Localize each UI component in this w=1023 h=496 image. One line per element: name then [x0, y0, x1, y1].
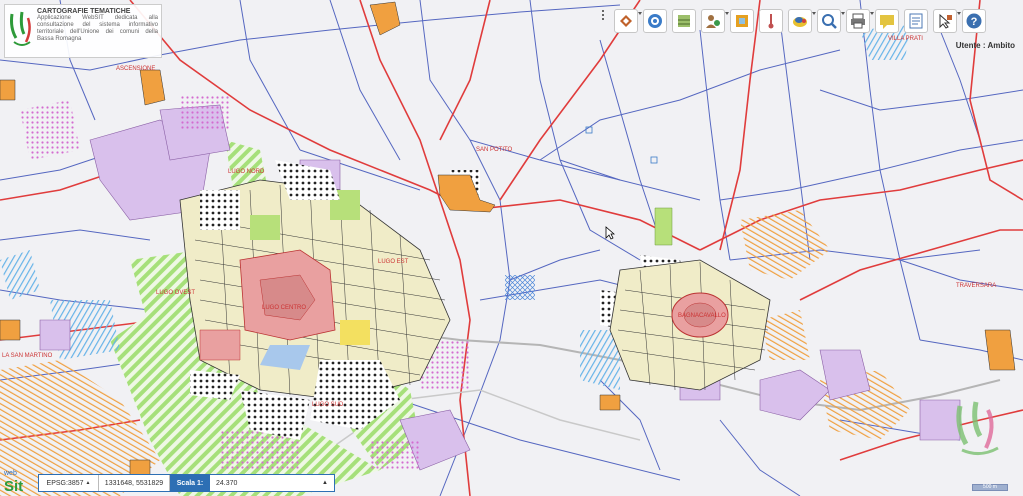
app-title: CARTOGRAFIE TEMATICHE — [37, 8, 131, 15]
place-label-san-potito: SAN POTITO — [476, 147, 513, 153]
scale-bar: 500 m — [972, 484, 1008, 491]
place-label-ascensione: ASCENSIONE — [116, 66, 155, 72]
app-description: Applicazione WebSIT dedicata alla consul… — [37, 15, 158, 42]
mouse-cursor-icon — [605, 226, 615, 240]
report-icon — [909, 13, 923, 29]
place-label-villa-prati: VILLA PRATI — [888, 36, 923, 42]
place-label-lugo-nord: LUGO NORD — [228, 169, 265, 175]
legend-tool-button[interactable] — [672, 9, 696, 33]
shapes-icon — [793, 17, 807, 27]
print-tool-button[interactable] — [846, 9, 874, 33]
help-tool-button[interactable]: ? — [962, 9, 986, 33]
app-info-panel: CARTOGRAFIE TEMATICHE Applicazione WebSI… — [4, 4, 162, 58]
place-label-bagnacavallo: BAGNACAVALLO — [678, 313, 726, 319]
user-icon — [706, 15, 720, 28]
user-label: Utente : Ambito — [955, 41, 1015, 50]
theme-tool-button[interactable] — [730, 9, 754, 33]
place-label-lugo-est: LUGO EST — [378, 259, 409, 265]
legend-icon — [678, 15, 690, 27]
place-label-lugo-centro: LUGO CENTRO — [262, 305, 306, 311]
select-tool-button[interactable] — [933, 9, 961, 33]
map-theme-icon — [736, 15, 748, 27]
catalog-icon — [648, 14, 662, 28]
catalog-tool-button[interactable] — [643, 9, 667, 33]
layers-icon — [620, 15, 632, 27]
projection-selector[interactable]: EPSG:3857 ▲ — [39, 475, 99, 491]
note-tool-button[interactable] — [875, 9, 899, 33]
shapes-tool-button[interactable] — [788, 9, 816, 33]
scale-dropdown-icon[interactable]: ▲ — [316, 475, 334, 491]
projection-value: EPSG:3857 — [46, 479, 84, 487]
zoom-tool-button[interactable] — [817, 9, 845, 33]
map-canvas[interactable]: ASCENSIONE LUGO NORD SAN POTITO VILLA PR… — [0, 0, 1023, 496]
map-toolbar: ? — [614, 6, 1018, 36]
help-icon: ? — [966, 13, 982, 29]
place-label-lugo-ovest: LUGO OVEST — [156, 290, 195, 296]
svg-text:web: web — [3, 470, 17, 477]
report-tool-button[interactable] — [904, 9, 928, 33]
coordinates-readout: 1331648, 5531829 — [99, 475, 170, 491]
projection-dropdown-icon: ▲ — [85, 480, 91, 486]
thermometer-icon — [768, 14, 774, 29]
scale-input[interactable]: 24.370 — [210, 475, 316, 491]
svg-text:?: ? — [971, 16, 978, 28]
map-status-bar: EPSG:3857 ▲ 1331648, 5531829 Scala 1: 24.… — [38, 474, 335, 492]
print-icon — [851, 13, 865, 29]
place-label-traversara: TRAVERSARA — [956, 283, 996, 289]
layers-tool-button[interactable] — [614, 9, 642, 33]
place-label-la-san-martino: LA SAN MARTINO — [2, 353, 53, 359]
note-icon — [880, 15, 894, 29]
toolbar-drag-handle[interactable] — [602, 10, 605, 20]
user-tool-button[interactable] — [701, 9, 729, 33]
websit-watermark-logo — [956, 401, 999, 455]
place-label-lugo-sud: LUGO SUD — [312, 402, 344, 408]
zoom-icon — [822, 14, 837, 29]
websit-logo — [10, 11, 31, 46]
svg-text:Sit: Sit — [4, 478, 23, 494]
websit-brand-logo: web Sit — [3, 470, 23, 494]
select-cursor-icon — [939, 13, 952, 29]
scale-label: Scala 1: — [170, 475, 210, 491]
thermometer-tool-button[interactable] — [759, 9, 783, 33]
